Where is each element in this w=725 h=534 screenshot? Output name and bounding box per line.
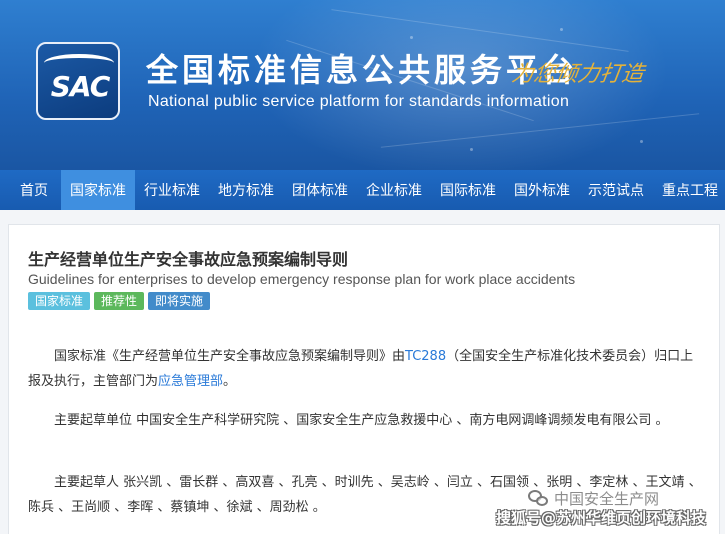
standard-title: 生产经营单位生产安全事故应急预案编制导则 <box>28 250 349 269</box>
nav-item-industry-standards[interactable]: 行业标准 <box>135 170 209 210</box>
wechat-icon <box>528 489 550 508</box>
standard-badges: 国家标准 推荐性 即将实施 <box>28 292 211 310</box>
nav-item-local-standards[interactable]: 地方标准 <box>209 170 283 210</box>
header-banner: SAC 全国标准信息公共服务平台 为您倾力打造 National public … <box>0 0 725 170</box>
badge-upcoming: 即将实施 <box>148 292 211 310</box>
nav-item-pilot-demonstration[interactable]: 示范试点 <box>579 170 653 210</box>
tc288-link[interactable]: TC288 <box>405 349 446 364</box>
site-slogan: 为您倾力打造 <box>509 62 646 87</box>
sohu-watermark: 搜狐号@苏州华维页创环境科技 <box>496 509 707 527</box>
nav-item-foreign-standards[interactable]: 国外标准 <box>505 170 579 210</box>
nav-item-home[interactable]: 首页 <box>0 170 61 210</box>
site-subtitle: National public service platform for sta… <box>148 93 570 110</box>
para-prefix: 国家标准《生产经营单位生产安全事故应急预案编制导则》由 <box>54 349 406 364</box>
nav-item-international-standards[interactable]: 国际标准 <box>431 170 505 210</box>
badge-recommended: 推荐性 <box>94 292 145 310</box>
banner-decoration-dot <box>560 28 563 31</box>
standard-title-english: Guidelines for enterprises to develop em… <box>28 271 576 287</box>
nav-item-group-standards[interactable]: 团体标准 <box>283 170 357 210</box>
wechat-watermark: 中国安全生产网 <box>528 488 659 509</box>
drafting-units-paragraph: 主要起草单位 中国安全生产科学研究院 、国家安全生产应急救援中心 、南方电网调峰… <box>54 413 669 428</box>
nav-item-key-projects[interactable]: 重点工程 <box>653 170 725 210</box>
banner-decoration-dot <box>470 148 473 151</box>
logo-text: SAC <box>50 70 111 103</box>
banner-decoration-dot <box>640 140 643 143</box>
para-suffix: 。 <box>223 374 237 389</box>
banner-decoration-dot <box>410 36 413 39</box>
sac-logo[interactable]: SAC <box>36 42 120 120</box>
badge-national-standard: 国家标准 <box>28 292 91 310</box>
standard-management-paragraph: 国家标准《生产经营单位生产安全事故应急预案编制导则》由TC288（全国安全生产标… <box>28 344 704 394</box>
nav-item-national-standards[interactable]: 国家标准 <box>61 170 135 210</box>
ministry-link[interactable]: 应急管理部 <box>158 374 223 389</box>
nav-item-enterprise-standards[interactable]: 企业标准 <box>357 170 431 210</box>
main-nav: 首页 国家标准 行业标准 地方标准 团体标准 企业标准 国际标准 国外标准 示范… <box>0 170 725 210</box>
wechat-watermark-text: 中国安全生产网 <box>554 490 660 508</box>
